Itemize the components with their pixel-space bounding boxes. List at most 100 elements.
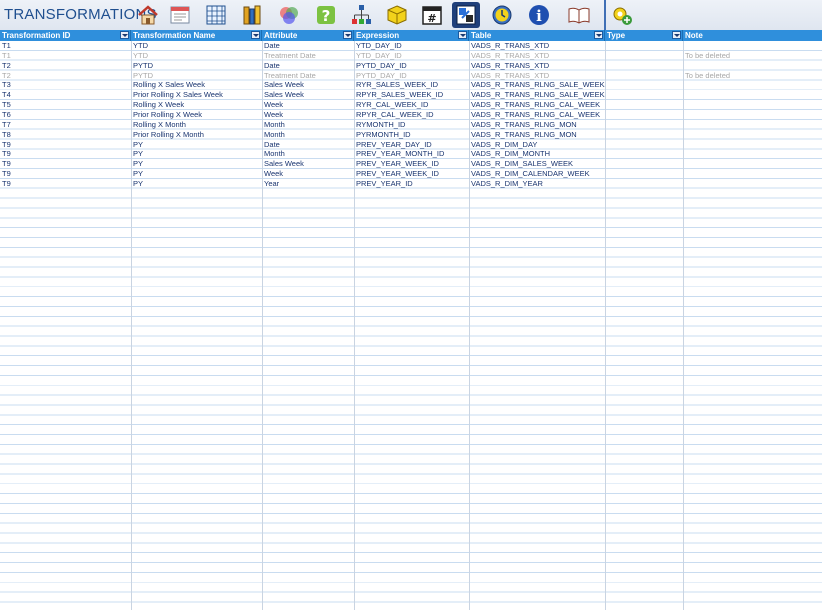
table-row[interactable]: T4 Prior Rolling X Sales Week Sales Week RP… — [0, 90, 822, 100]
cell-name[interactable]: YTD — [131, 41, 262, 51]
cell-table[interactable]: VADS_R_DIM_MONTH — [469, 149, 605, 159]
cell-name[interactable]: Rolling X Month — [131, 120, 262, 130]
cell-table[interactable]: VADS_R_TRANS_XTD — [469, 41, 605, 51]
column-header-expression[interactable]: Expression — [354, 30, 469, 41]
cell-type[interactable] — [605, 169, 683, 179]
filter-dropdown-icon[interactable] — [594, 31, 603, 39]
book-open-icon[interactable] — [565, 2, 593, 28]
cell-note[interactable] — [683, 130, 822, 140]
table-row[interactable]: T5 Rolling X Week Week RYR_CAL_WEEK_ID VADS_… — [0, 100, 822, 110]
column-header-attribute[interactable]: Attribute — [262, 30, 354, 41]
cell-name[interactable]: PY — [131, 149, 262, 159]
cell-expression[interactable]: RYMONTH_ID — [354, 120, 469, 130]
cell-id[interactable]: T9 — [0, 179, 131, 189]
cell-id[interactable]: T9 — [0, 140, 131, 150]
table-row[interactable]: T2 PYTD Date PYTD_DAY_ID VADS_R_TRANS_XTD — [0, 61, 822, 71]
filter-dropdown-icon[interactable] — [343, 31, 352, 39]
cell-type[interactable] — [605, 61, 683, 71]
cell-note[interactable]: To be deleted — [683, 51, 822, 61]
calendar-number-icon[interactable]: # — [418, 2, 446, 28]
cell-note[interactable]: To be deleted — [683, 71, 822, 81]
cell-name[interactable]: Prior Rolling X Week — [131, 110, 262, 120]
cell-type[interactable] — [605, 120, 683, 130]
table-row[interactable]: T7 Rolling X Month Month RYMONTH_ID VADS_R_T… — [0, 120, 822, 130]
cell-attribute[interactable]: Month — [262, 120, 354, 130]
cell-id[interactable]: T1 — [0, 51, 131, 61]
filter-dropdown-icon[interactable] — [251, 31, 260, 39]
cell-attribute[interactable]: Week — [262, 110, 354, 120]
cell-note[interactable] — [683, 179, 822, 189]
column-header-transformation-name[interactable]: Transformation Name — [131, 30, 262, 41]
cell-note[interactable] — [683, 61, 822, 71]
table-row[interactable]: T6 Prior Rolling X Week Week RPYR_CAL_WEEK_… — [0, 110, 822, 120]
cell-id[interactable]: T2 — [0, 71, 131, 81]
cell-expression[interactable]: PREV_YEAR_DAY_ID — [354, 140, 469, 150]
cell-id[interactable]: T4 — [0, 90, 131, 100]
cell-note[interactable] — [683, 80, 822, 90]
table-row[interactable]: T3 Rolling X Sales Week Sales Week RYR_SALE… — [0, 80, 822, 90]
cell-name[interactable]: PYTD — [131, 61, 262, 71]
grid-icon[interactable] — [202, 2, 230, 28]
cell-expression[interactable]: YTD_DAY_ID — [354, 41, 469, 51]
cell-expression[interactable]: RYR_SALES_WEEK_ID — [354, 80, 469, 90]
cell-name[interactable]: YTD — [131, 51, 262, 61]
cell-expression[interactable]: YTD_DAY_ID — [354, 51, 469, 61]
cell-attribute[interactable]: Date — [262, 140, 354, 150]
cell-table[interactable]: VADS_R_TRANS_RLNG_SALE_WEEK — [469, 90, 605, 100]
column-header-note[interactable]: Note — [683, 30, 822, 41]
cell-table[interactable]: VADS_R_TRANS_XTD — [469, 51, 605, 61]
cell-name[interactable]: PY — [131, 169, 262, 179]
home-icon[interactable] — [134, 2, 162, 28]
cube-icon[interactable] — [383, 2, 411, 28]
table-row[interactable]: T9 PY Year PREV_YEAR_ID VADS_R_DIM_YEAR — [0, 179, 822, 189]
cell-type[interactable] — [605, 90, 683, 100]
cell-type[interactable] — [605, 130, 683, 140]
cell-id[interactable]: T9 — [0, 169, 131, 179]
cell-type[interactable] — [605, 159, 683, 169]
cell-attribute[interactable]: Sales Week — [262, 80, 354, 90]
table-row[interactable]: T8 Prior Rolling X Month Month PYRMONTH_ID V… — [0, 130, 822, 140]
filter-dropdown-icon[interactable] — [672, 31, 681, 39]
cell-table[interactable]: VADS_R_TRANS_RLNG_SALE_WEEK — [469, 80, 605, 90]
cell-id[interactable]: T2 — [0, 61, 131, 71]
transform-icon[interactable] — [452, 2, 480, 28]
cell-table[interactable]: VADS_R_DIM_SALES_WEEK — [469, 159, 605, 169]
cell-table[interactable]: VADS_R_TRANS_XTD — [469, 71, 605, 81]
cell-name[interactable]: PY — [131, 179, 262, 189]
cell-attribute[interactable]: Sales Week — [262, 159, 354, 169]
cell-expression[interactable]: PREV_YEAR_WEEK_ID — [354, 159, 469, 169]
info-icon[interactable]: i — [525, 2, 553, 28]
cell-table[interactable]: VADS_R_TRANS_XTD — [469, 61, 605, 71]
cell-type[interactable] — [605, 100, 683, 110]
cell-expression[interactable]: PYTD_DAY_ID — [354, 71, 469, 81]
cell-note[interactable] — [683, 41, 822, 51]
cell-attribute[interactable]: Date — [262, 41, 354, 51]
cell-note[interactable] — [683, 120, 822, 130]
cell-id[interactable]: T7 — [0, 120, 131, 130]
cell-id[interactable]: T1 — [0, 41, 131, 51]
cell-attribute[interactable]: Week — [262, 169, 354, 179]
cell-note[interactable] — [683, 140, 822, 150]
cell-table[interactable]: VADS_R_TRANS_RLNG_CAL_WEEK — [469, 110, 605, 120]
cell-name[interactable]: Prior Rolling X Sales Week — [131, 90, 262, 100]
cell-attribute[interactable]: Sales Week — [262, 90, 354, 100]
cell-expression[interactable]: RPYR_CAL_WEEK_ID — [354, 110, 469, 120]
cell-type[interactable] — [605, 41, 683, 51]
cell-type[interactable] — [605, 71, 683, 81]
cell-table[interactable]: VADS_R_DIM_DAY — [469, 140, 605, 150]
table-row[interactable]: T2 PYTD Treatment Date PYTD_DAY_ID VADS_R_TR… — [0, 71, 822, 81]
cell-table[interactable]: VADS_R_TRANS_RLNG_MON — [469, 120, 605, 130]
cell-note[interactable] — [683, 100, 822, 110]
cell-attribute[interactable]: Treatment Date — [262, 51, 354, 61]
table-report-icon[interactable] — [166, 2, 194, 28]
cell-id[interactable]: T5 — [0, 100, 131, 110]
hierarchy-icon[interactable] — [347, 2, 375, 28]
cell-expression[interactable]: PREV_YEAR_MONTH_ID — [354, 149, 469, 159]
cell-name[interactable]: Prior Rolling X Month — [131, 130, 262, 140]
cell-attribute[interactable]: Month — [262, 149, 354, 159]
cell-attribute[interactable]: Month — [262, 130, 354, 140]
cell-id[interactable]: T3 — [0, 80, 131, 90]
table-row[interactable]: T9 PY Date PREV_YEAR_DAY_ID VADS_R_DIM_DAY — [0, 140, 822, 150]
help-icon[interactable]: ? — [312, 2, 340, 28]
cell-name[interactable]: PY — [131, 159, 262, 169]
